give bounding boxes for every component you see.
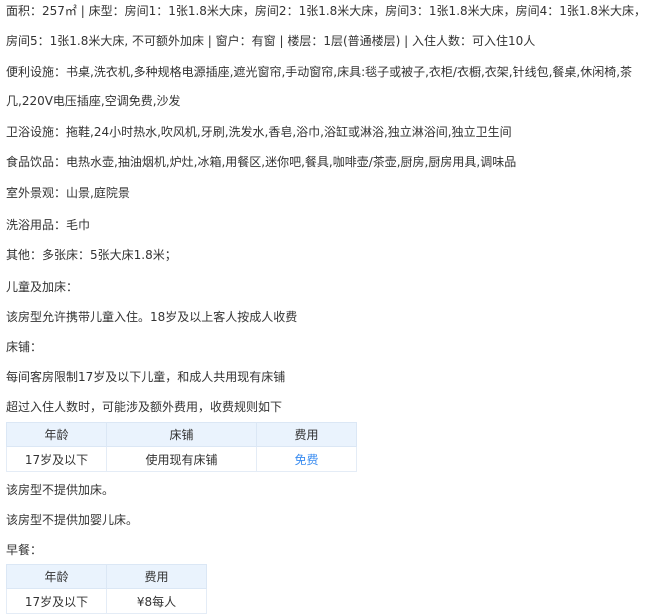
table-header-row: 年龄 费用	[6, 564, 207, 589]
table-header-fee: 费用	[106, 564, 207, 589]
room-details-panel: 面积：257㎡ | 床型：房间1：1张1.8米大床，房间2：1张1.8米大床，房…	[0, 0, 663, 614]
breakfast-fee-table: 年龄 费用 17岁及以下 ¥8每人	[6, 564, 207, 614]
table-header-fee: 费用	[256, 422, 357, 447]
breakfast-heading: 早餐：	[6, 543, 43, 557]
no-extra-bed-text: 该房型不提供加床。	[6, 483, 115, 497]
table-cell-age: 17岁及以下	[6, 446, 107, 472]
table-header-age: 年龄	[6, 564, 107, 589]
bathroom-facilities-text: 卫浴设施：拖鞋,24小时热水,吹风机,牙刷,洗发水,香皂,浴巾,浴缸或淋浴,独立…	[6, 125, 512, 139]
children-policy-text: 该房型允许携带儿童入住。18岁及以上客人按成人收费	[6, 310, 298, 324]
room-size-bed-info: 面积：257㎡ | 床型：房间1：1张1.8米大床，房间2：1张1.8米大床，房…	[6, 4, 646, 18]
no-crib-text: 该房型不提供加婴儿床。	[6, 513, 139, 527]
table-header-row: 年龄 床铺 费用	[6, 422, 357, 447]
table-cell-age: 17岁及以下	[6, 588, 107, 614]
table-cell-bedding: 使用现有床铺	[106, 446, 257, 472]
table-cell-fee: ¥8每人	[106, 588, 207, 614]
bedding-heading: 床铺：	[6, 340, 43, 354]
room-window-floor-info: 房间5：1张1.8米大床, 不可额外加床 | 窗户：有窗 | 楼层：1层(普通楼…	[6, 34, 536, 48]
children-extra-bed-heading: 儿童及加床：	[6, 280, 79, 294]
bed-fee-table: 年龄 床铺 费用 17岁及以下 使用现有床铺 免费	[6, 422, 357, 472]
amenities-text: 便利设施：书桌,洗衣机,多种规格电源插座,遮光窗帘,手动窗帘,床具:毯子或被子,…	[6, 65, 633, 79]
table-row: 17岁及以下 使用现有床铺 免费	[6, 446, 357, 472]
extra-fee-rule-text: 超过入住人数时，可能涉及额外费用，收费规则如下	[6, 400, 283, 414]
other-info-text: 其他：多张床：5张大床1.8米；	[6, 248, 177, 262]
outdoor-view-text: 室外景观：山景,庭院景	[6, 186, 130, 200]
free-fee-link[interactable]: 免费	[256, 446, 357, 472]
table-header-age: 年龄	[6, 422, 107, 447]
amenities-text-continued: 几,220V电压插座,空调免费,沙发	[6, 94, 181, 108]
table-row: 17岁及以下 ¥8每人	[6, 588, 207, 614]
bedding-policy-text: 每间客房限制17岁及以下儿童，和成人共用现有床铺	[6, 370, 286, 384]
food-drinks-text: 食品饮品：电热水壶,抽油烟机,炉灶,冰箱,用餐区,迷你吧,餐具,咖啡壶/茶壶,厨…	[6, 155, 517, 169]
toiletries-text: 洗浴用品：毛巾	[6, 218, 91, 232]
table-header-bedding: 床铺	[106, 422, 257, 447]
